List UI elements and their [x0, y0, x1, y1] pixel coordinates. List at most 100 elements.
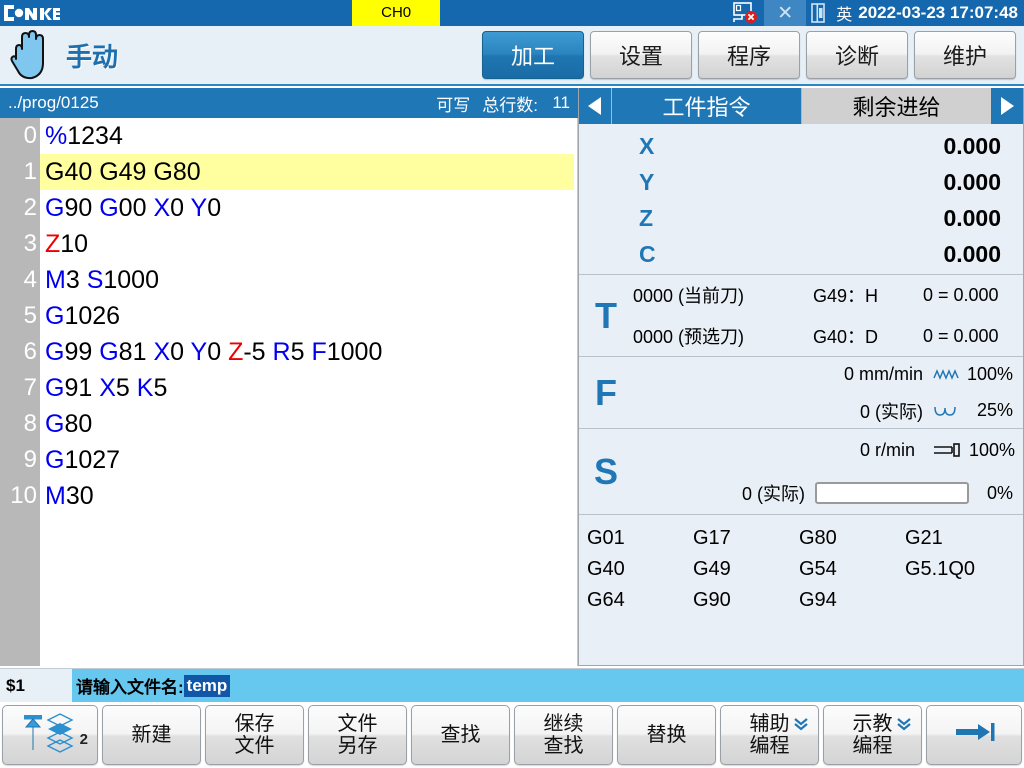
teach-programming-button[interactable]: 示教编程 — [823, 705, 922, 765]
save-as-button[interactable]: 文件另存 — [308, 705, 407, 765]
line-number: 8 — [0, 406, 40, 442]
modal-gcode-row: G64G90G94 — [587, 585, 1023, 616]
tool-preselect-number: 0000 (预选刀) — [633, 323, 813, 349]
arrow-right-icon[interactable] — [991, 88, 1023, 124]
layers-up-icon — [18, 710, 82, 760]
new-button[interactable]: 新建 — [102, 705, 201, 765]
layers-page-button[interactable]: 2 — [2, 705, 98, 765]
find-next-button-label: 继续查找 — [544, 713, 584, 758]
code-line[interactable]: M3 S1000 — [40, 262, 577, 298]
code-line[interactable]: G91 X5 K5 — [40, 370, 577, 406]
save-file-button[interactable]: 保存文件 — [205, 705, 304, 765]
spindle-row-command: 0 r/min 100% — [633, 429, 1023, 472]
button-label-line: 另存 — [338, 735, 378, 757]
titlebar-icons: ✕ 英 2022-03-23 17:07:48 — [728, 0, 1024, 26]
save-file-button-label: 保存文件 — [235, 713, 275, 758]
button-label-line: 辅助 — [750, 713, 790, 735]
line-number: 9 — [0, 442, 40, 478]
code-line[interactable]: G1027 — [40, 442, 577, 478]
tab-diagnosis[interactable]: 诊断 — [806, 31, 908, 79]
modal-gcode-row: G01G17G80G21 — [587, 523, 1023, 554]
spindle-block: S 0 r/min 100% 0 (实际) — [579, 428, 1023, 514]
code-token: 5 — [291, 338, 312, 366]
ime-language-label[interactable]: 英 — [830, 1, 858, 25]
code-token: G — [45, 410, 64, 438]
code-line[interactable]: Z10 — [40, 226, 577, 262]
feed-actual-value: 0 (实际) — [860, 398, 923, 424]
code-line[interactable]: G80 — [40, 406, 577, 442]
close-icon[interactable]: ✕ — [764, 0, 806, 26]
ime-panel-icon[interactable] — [806, 0, 830, 26]
tab-settings[interactable]: 设置 — [590, 31, 692, 79]
editor-body[interactable]: 012345678910 %1234G40 G49 G80G90 G00 X0 … — [0, 118, 578, 666]
dro-tab-workpiece-command[interactable]: 工件指令 — [611, 88, 801, 124]
replace-button[interactable]: 替换 — [617, 705, 716, 765]
button-label-line: 编程 — [853, 735, 893, 757]
code-token: F — [311, 338, 326, 366]
code-token: K — [137, 374, 154, 402]
tool-current-offset: 0 = 0.000 — [923, 285, 1023, 306]
axis-label-x: X — [639, 133, 654, 160]
network-error-icon[interactable] — [728, 0, 764, 26]
aux-programming-button[interactable]: 辅助编程 — [720, 705, 819, 765]
code-token: 1027 — [64, 446, 120, 474]
code-token: X — [153, 194, 170, 222]
program-editor-pane: ../prog/0125 可写 总行数: 11 012345678910 %12… — [0, 88, 578, 666]
code-token: Y — [191, 338, 208, 366]
code-token: G40 G49 G80 — [45, 158, 201, 186]
axis-value-y: 0.000 — [654, 169, 1001, 196]
filename-prompt-area[interactable]: 请输入文件名: temp — [72, 669, 1024, 703]
code-line[interactable]: G99 G81 X0 Y0 Z-5 R5 F1000 — [40, 334, 577, 370]
code-token: M — [45, 266, 66, 294]
code-token: % — [45, 122, 67, 150]
modal-gcode-cell: G64 — [587, 589, 693, 612]
arrow-left-icon[interactable] — [579, 88, 611, 124]
code-token: G — [99, 194, 118, 222]
main-tabs: 加工 设置 程序 诊断 维护 — [482, 31, 1024, 79]
code-line[interactable]: G1026 — [40, 298, 577, 334]
modal-gcode-row: G40G49G54G5.1Q0 — [587, 554, 1023, 585]
tab-maintenance[interactable]: 维护 — [914, 31, 1016, 79]
find-button[interactable]: 查找 — [411, 705, 510, 765]
hand-icon — [8, 29, 52, 81]
spindle-override-icon — [925, 442, 969, 458]
editor-code-area[interactable]: %1234 G40 G49 G80 G90 G00 X0 Y0Z10M3 S1000… — [40, 118, 577, 666]
code-line[interactable]: G40 G49 G80 — [40, 154, 574, 190]
modal-gcode-cell: G40 — [587, 558, 693, 581]
tool-current-code: G49：H — [813, 282, 923, 308]
code-token: G — [45, 446, 64, 474]
spindle-actual-value: 0 (实际) — [633, 480, 815, 506]
dro-tab-remaining-feed[interactable]: 剩余进给 — [801, 88, 991, 124]
status-channel-label: $1 — [0, 676, 72, 696]
save-as-button-label: 文件另存 — [338, 713, 378, 758]
modal-gcode-cell: G90 — [693, 589, 799, 612]
code-token: 5 — [116, 374, 137, 402]
code-token: Z — [228, 338, 243, 366]
code-line[interactable]: G90 G00 X0 Y0 — [40, 190, 577, 226]
code-token: 5 — [153, 374, 167, 402]
status-bar: $1 请输入文件名: temp — [0, 668, 1024, 702]
tab-program[interactable]: 程序 — [698, 31, 800, 79]
line-number: 3 — [0, 226, 40, 262]
next-page-button[interactable] — [926, 705, 1022, 765]
code-token: 99 — [64, 338, 99, 366]
code-token: 80 — [64, 410, 92, 438]
feed-command-value: 0 mm/min — [844, 364, 923, 385]
feed-command-percent: 100% — [961, 364, 1013, 385]
mode-title: 手动 — [66, 37, 118, 74]
code-token: 1026 — [64, 302, 120, 330]
find-button-label: 查找 — [441, 724, 481, 746]
button-label-line: 文件 — [338, 713, 378, 735]
filename-input[interactable]: temp — [184, 675, 231, 697]
modal-gcode-grid: G01G17G80G21G40G49G54G5.1Q0G64G90G94 — [579, 514, 1023, 642]
modal-gcode-cell: G21 — [905, 527, 1011, 550]
tab-processing[interactable]: 加工 — [482, 31, 584, 79]
code-line[interactable]: %1234 — [40, 118, 577, 154]
modal-gcode-cell: G80 — [799, 527, 905, 550]
arrow-right-tab-icon — [950, 720, 998, 750]
axis-value-z: 0.000 — [653, 205, 1001, 232]
axis-row-x: X 0.000 — [579, 128, 1023, 164]
find-next-button[interactable]: 继续查找 — [514, 705, 613, 765]
spindle-load-percent: 0% — [969, 483, 1013, 504]
code-line[interactable]: M30 — [40, 478, 577, 514]
